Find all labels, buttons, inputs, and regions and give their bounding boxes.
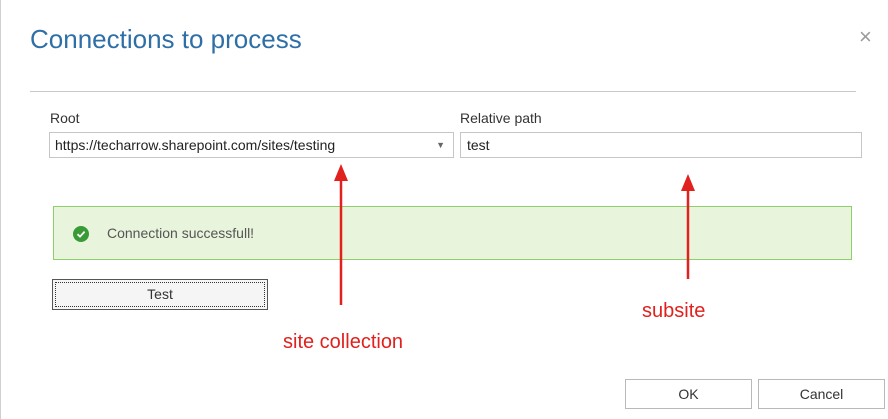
connections-dialog: Connections to process × Root https://te… <box>0 0 888 419</box>
annotation-arrows <box>334 164 695 305</box>
subsite-annotation: subsite <box>642 300 706 322</box>
subsite-arrow <box>681 174 695 279</box>
site-collection-annotation: site collection <box>283 331 404 353</box>
site-collection-arrow <box>334 164 348 305</box>
